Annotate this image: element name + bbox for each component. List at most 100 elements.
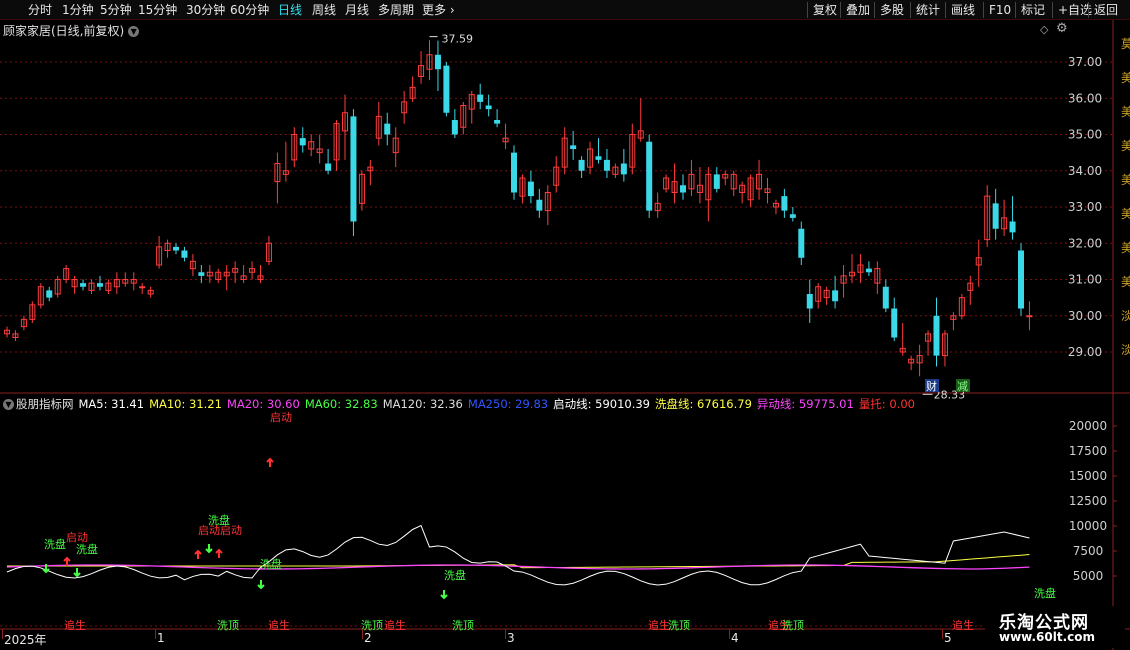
- indicator-legend-item: 洗盘线: 67616.79: [655, 397, 752, 411]
- candle: [984, 185, 991, 247]
- candle: [96, 275, 103, 291]
- candle: [739, 181, 746, 204]
- price-tick-label: 32.00: [1068, 236, 1102, 250]
- candle: [933, 297, 940, 367]
- date-label: 3: [507, 631, 515, 645]
- candle: [680, 174, 686, 200]
- candle: [401, 91, 408, 124]
- financial-badge[interactable]: 财: [925, 379, 939, 393]
- signal-xipan: 洗盘: [76, 542, 98, 556]
- candle: [511, 145, 517, 200]
- candle: [443, 62, 450, 117]
- candle: [20, 315, 27, 331]
- candle: [950, 312, 957, 331]
- indicator-legend-item: MA120: 32.36: [382, 397, 463, 411]
- indicator-tick-label: 15000: [1069, 469, 1107, 483]
- candle: [722, 170, 729, 186]
- candle: [1001, 199, 1008, 236]
- edge-glyph: 美: [1121, 173, 1130, 187]
- edge-glyph: 美: [1121, 139, 1130, 153]
- indicator-legend: ▼ 股朋指标网 MA5: 31.41 MA10: 31.21 MA20: 30.60 MA…: [3, 396, 920, 411]
- high-price-label: 37.59: [442, 33, 474, 46]
- indicator-legend-item: 异动线: 59775.01: [756, 397, 854, 411]
- candle: [29, 301, 36, 323]
- watermark: 乐淘公式网 www.60lt.com: [985, 606, 1125, 648]
- candle: [502, 123, 509, 149]
- candle: [358, 170, 365, 211]
- candle: [612, 163, 619, 178]
- signal-qidong-double: 启动启动: [198, 524, 242, 537]
- candle: [240, 265, 247, 284]
- date-label: 4: [731, 631, 739, 645]
- candle: [71, 275, 78, 294]
- candle: [375, 101, 382, 146]
- candle: [603, 149, 610, 178]
- candle: [840, 265, 847, 298]
- date-label: 1: [157, 631, 165, 645]
- candle: [350, 109, 357, 236]
- candle: [37, 283, 44, 309]
- candle: [992, 188, 999, 240]
- candle: [637, 98, 644, 142]
- candle: [806, 279, 813, 323]
- price-tick-label: 35.00: [1068, 128, 1102, 142]
- indicator-name: 股朋指标网: [16, 397, 74, 411]
- candle: [587, 141, 594, 175]
- candle: [908, 355, 915, 371]
- candle: [620, 149, 627, 182]
- candle: [249, 261, 256, 280]
- candle: [781, 188, 788, 218]
- candle: [316, 134, 323, 164]
- candle: [156, 236, 163, 269]
- candle: [1018, 243, 1024, 316]
- candle: [527, 170, 534, 204]
- chart-canvas[interactable]: 37.00 36.00 35.00 34.00 33.00 32.00 31.00 30.00…: [0, 0, 1130, 650]
- candle: [291, 127, 298, 168]
- svg-text:减: 减: [957, 380, 968, 393]
- candle: [46, 286, 53, 302]
- indicator-tick-label: 17500: [1069, 444, 1107, 458]
- price-tick-label: 33.00: [1068, 200, 1102, 214]
- candle: [181, 246, 188, 262]
- candle: [874, 261, 881, 294]
- candle: [206, 265, 213, 284]
- candle: [857, 254, 864, 284]
- candle: [12, 330, 19, 342]
- chevron-down-icon[interactable]: ▼: [3, 399, 14, 410]
- candle: [705, 167, 712, 222]
- edge-glyph: 淡: [1121, 309, 1130, 323]
- price-tick-label: 30.00: [1068, 309, 1102, 323]
- candle: [494, 109, 501, 128]
- candle: [426, 40, 433, 81]
- candle: [299, 127, 306, 153]
- candle: [477, 83, 484, 110]
- candle: [460, 101, 467, 135]
- candle: [899, 323, 906, 356]
- candle: [63, 265, 70, 284]
- watermark-url: www.60lt.com: [999, 630, 1096, 644]
- edge-glyph: 美: [1121, 275, 1130, 289]
- date-tick: [505, 629, 506, 639]
- candle: [654, 192, 661, 218]
- candle: [696, 167, 703, 204]
- candle: [147, 286, 154, 298]
- candle: [274, 152, 281, 204]
- candle: [595, 138, 602, 164]
- candle: [629, 123, 636, 175]
- candle: [384, 112, 391, 146]
- indicator-tick-label: 12500: [1069, 494, 1107, 508]
- down-arrow-icon: [440, 590, 448, 600]
- candle: [713, 167, 720, 193]
- indicator-tick-label: 10000: [1069, 519, 1107, 533]
- candle: [941, 330, 948, 367]
- candle: [54, 275, 61, 298]
- reduce-badge[interactable]: 减: [956, 379, 970, 393]
- candle: [4, 326, 10, 338]
- candle: [122, 272, 129, 287]
- date-label: 5: [944, 631, 952, 645]
- signal-xipan: 洗盘: [44, 537, 66, 551]
- candle: [553, 156, 560, 193]
- edge-glyph: 美: [1121, 105, 1130, 119]
- signal-xipan: 洗盘: [260, 557, 282, 571]
- candle: [764, 178, 771, 204]
